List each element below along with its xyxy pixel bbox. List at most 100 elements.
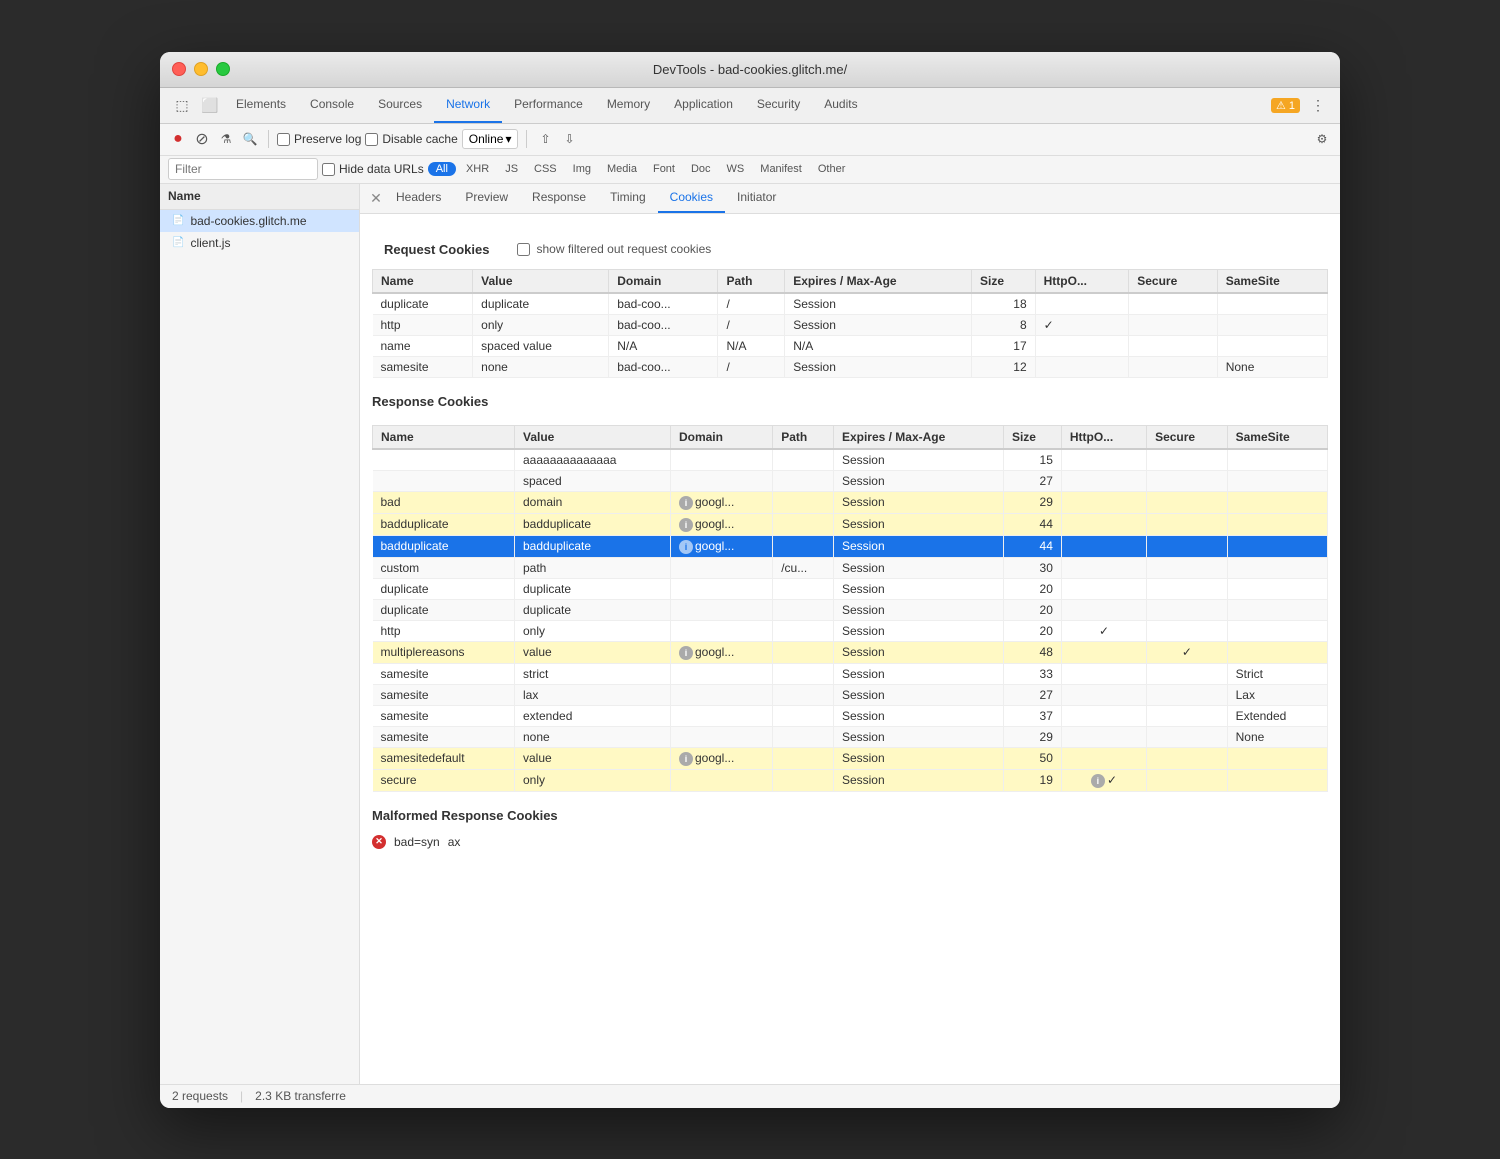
resp-col-samesite: SameSite — [1227, 425, 1327, 449]
info-icon: i — [679, 752, 693, 766]
upload-icon[interactable]: ⇧ — [535, 129, 555, 149]
table-row[interactable]: samesitestrictSession33Strict — [373, 663, 1328, 684]
filter-css[interactable]: CSS — [528, 161, 563, 177]
settings-icon[interactable]: ⚙ — [1312, 129, 1332, 149]
tab-audits[interactable]: Audits — [812, 88, 869, 123]
filter-other[interactable]: Other — [812, 161, 852, 177]
filter-media[interactable]: Media — [601, 161, 643, 177]
malformed-bad-syn: bad=syn — [394, 835, 440, 849]
table-row[interactable]: secureonlySession19i✓ — [373, 769, 1328, 791]
table-row[interactable]: badduplicatebadduplicateigoogl...Session… — [373, 513, 1328, 535]
hide-data-urls-label[interactable]: Hide data URLs — [322, 162, 424, 176]
filter-font[interactable]: Font — [647, 161, 681, 177]
table-row[interactable]: baddomainigoogl...Session29 — [373, 491, 1328, 513]
table-row[interactable]: samesitedefaultvalueigoogl...Session50 — [373, 747, 1328, 769]
filter-input[interactable] — [168, 158, 318, 180]
close-button[interactable] — [172, 62, 186, 76]
download-icon[interactable]: ⇩ — [559, 129, 579, 149]
tab-network[interactable]: Network — [434, 88, 502, 123]
panel-tab-response[interactable]: Response — [520, 184, 598, 213]
filter-doc[interactable]: Doc — [685, 161, 717, 177]
panel-close-button[interactable]: ✕ — [368, 190, 384, 206]
table-row[interactable]: duplicateduplicateSession20 — [373, 578, 1328, 599]
request-count: 2 requests — [172, 1089, 228, 1103]
col-name: Name — [373, 269, 473, 293]
col-samesite: SameSite — [1217, 269, 1327, 293]
separator-1 — [268, 130, 269, 148]
tab-sources[interactable]: Sources — [366, 88, 434, 123]
preserve-log-label[interactable]: Preserve log — [277, 132, 361, 146]
devtools-window: DevTools - bad-cookies.glitch.me/ ⬚ ⬜ El… — [160, 52, 1340, 1108]
preserve-log-checkbox[interactable] — [277, 133, 290, 146]
sidebar-item-bad-cookies[interactable]: 📄 bad-cookies.glitch.me — [160, 210, 359, 232]
request-cookies-header: Request Cookies show filtered out reques… — [372, 226, 1328, 269]
table-row[interactable]: samesitelaxSession27Lax — [373, 684, 1328, 705]
table-row[interactable]: aaaaaaaaaaaaaaSession15 — [373, 449, 1328, 471]
warning-badge[interactable]: ⚠ 1 — [1271, 98, 1300, 113]
panel-tab-initiator[interactable]: Initiator — [725, 184, 788, 213]
page-file-icon: 📄 — [172, 215, 184, 226]
more-options-icon[interactable]: ⋮ — [1304, 91, 1332, 119]
table-row[interactable]: samesiteextendedSession37Extended — [373, 705, 1328, 726]
response-cookies-title: Response Cookies — [372, 394, 1328, 417]
table-row[interactable]: samesitenoneSession29None — [373, 726, 1328, 747]
panel-tab-preview[interactable]: Preview — [453, 184, 520, 213]
filter-icon[interactable]: ⚗ — [216, 129, 236, 149]
tab-performance[interactable]: Performance — [502, 88, 595, 123]
show-filtered-checkbox[interactable] — [517, 243, 530, 256]
devtools-right-controls: ⚠ 1 ⋮ — [1271, 91, 1332, 119]
filter-manifest[interactable]: Manifest — [754, 161, 808, 177]
table-row[interactable]: spacedSession27 — [373, 470, 1328, 491]
resp-col-secure: Secure — [1147, 425, 1228, 449]
clear-button[interactable]: ⊘ — [192, 129, 212, 149]
filter-img[interactable]: Img — [567, 161, 597, 177]
table-row[interactable]: badduplicatebadduplicateigoogl...Session… — [373, 535, 1328, 557]
maximize-button[interactable] — [216, 62, 230, 76]
info-icon: i — [1091, 774, 1105, 788]
table-row[interactable]: multiplereasonsvalueigoogl...Session48✓ — [373, 641, 1328, 663]
hide-data-urls-checkbox[interactable] — [322, 163, 335, 176]
table-row[interactable]: duplicateduplicatebad-coo.../Session18 — [373, 293, 1328, 315]
panel-tab-timing[interactable]: Timing — [598, 184, 658, 213]
throttle-select[interactable]: Online ▾ — [462, 129, 519, 149]
minimize-button[interactable] — [194, 62, 208, 76]
filter-all[interactable]: All — [428, 162, 456, 176]
sidebar-item-client-js[interactable]: 📄 client.js — [160, 232, 359, 254]
traffic-lights — [172, 62, 230, 76]
table-row[interactable]: custompath/cu...Session30 — [373, 557, 1328, 578]
record-button[interactable]: ● — [168, 129, 188, 149]
device-icon[interactable]: ⬜ — [196, 91, 224, 119]
search-icon[interactable]: 🔍 — [240, 129, 260, 149]
table-row[interactable]: duplicateduplicateSession20 — [373, 599, 1328, 620]
table-row[interactable]: samesitenonebad-coo.../Session12None — [373, 356, 1328, 377]
table-row[interactable]: httponlybad-coo.../Session8✓ — [373, 314, 1328, 335]
tab-security[interactable]: Security — [745, 88, 812, 123]
resp-col-path: Path — [773, 425, 834, 449]
js-file-icon: 📄 — [172, 237, 184, 248]
filter-ws[interactable]: WS — [721, 161, 751, 177]
panel-tab-headers[interactable]: Headers — [384, 184, 453, 213]
network-toolbar: ● ⊘ ⚗ 🔍 Preserve log Disable cache Onlin… — [160, 124, 1340, 156]
disable-cache-checkbox[interactable] — [365, 133, 378, 146]
panel-tab-cookies[interactable]: Cookies — [658, 184, 725, 213]
table-row[interactable]: namespaced valueN/AN/AN/A17 — [373, 335, 1328, 356]
request-cookies-table: Name Value Domain Path Expires / Max-Age… — [372, 269, 1328, 378]
request-panel: ✕ Headers Preview Response Timing Cookie… — [360, 184, 1340, 1084]
resp-col-value: Value — [515, 425, 671, 449]
tab-memory[interactable]: Memory — [595, 88, 662, 123]
filter-js[interactable]: JS — [499, 161, 524, 177]
col-expires: Expires / Max-Age — [785, 269, 972, 293]
titlebar: DevTools - bad-cookies.glitch.me/ — [160, 52, 1340, 88]
tab-console[interactable]: Console — [298, 88, 366, 123]
transfer-size: 2.3 KB transferre — [255, 1089, 346, 1103]
col-domain: Domain — [609, 269, 718, 293]
window-title: DevTools - bad-cookies.glitch.me/ — [653, 62, 847, 77]
cursor-icon[interactable]: ⬚ — [168, 91, 196, 119]
filter-xhr[interactable]: XHR — [460, 161, 495, 177]
tab-application[interactable]: Application — [662, 88, 745, 123]
devtools-tab-bar: ⬚ ⬜ Elements Console Sources Network Per… — [160, 88, 1340, 124]
table-row[interactable]: httponlySession20✓ — [373, 620, 1328, 641]
show-filtered-label[interactable]: show filtered out request cookies — [517, 242, 711, 256]
tab-elements[interactable]: Elements — [224, 88, 298, 123]
disable-cache-label[interactable]: Disable cache — [365, 132, 457, 146]
